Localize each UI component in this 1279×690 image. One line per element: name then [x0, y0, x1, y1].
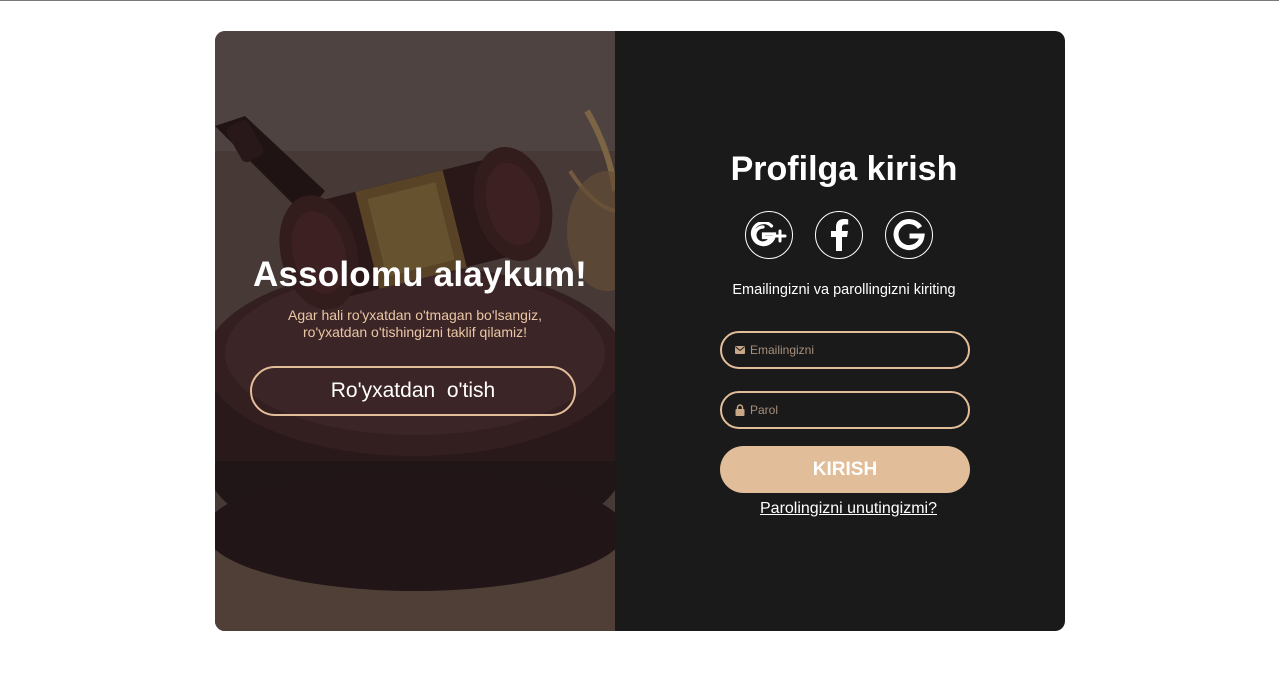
forgot-password-link[interactable]: Parolingizni unutingizmi?	[615, 500, 1065, 518]
lock-icon	[734, 404, 746, 416]
login-title: Profilga kirish	[730, 150, 958, 188]
welcome-subtitle: Agar hali ro'yxatdan o'tmagan bo'lsangiz…	[215, 307, 615, 341]
google-plus-icon	[750, 222, 787, 247]
google-plus-button[interactable]	[745, 211, 793, 259]
facebook-icon	[831, 219, 849, 251]
login-button[interactable]: KIRISH	[720, 446, 970, 493]
welcome-content: Assolomu alaykum! Agar hali ro'yxatdan o…	[215, 31, 615, 631]
top-border-line	[0, 0, 1279, 1]
welcome-subtitle-line2: ro'yxatdan o'tishingizni taklif qilamiz!	[303, 324, 527, 340]
login-panel: Profilga kirish Emailingizni va parollin…	[615, 31, 1065, 631]
google-button[interactable]	[885, 211, 933, 259]
email-field[interactable]	[720, 331, 970, 369]
google-icon	[893, 219, 925, 250]
envelope-icon	[734, 344, 746, 356]
auth-card: Assolomu alaykum! Agar hali ro'yxatdan o…	[215, 31, 1065, 631]
signup-button[interactable]: Ro'yxatdan o'tish	[250, 366, 576, 416]
password-field[interactable]	[720, 391, 970, 429]
welcome-title: Assolomu alaykum!	[252, 255, 588, 294]
login-hint: Emailingizni va parollingizni kiriting	[732, 282, 956, 298]
facebook-button[interactable]	[815, 211, 863, 259]
password-input[interactable]	[750, 403, 950, 417]
welcome-subtitle-line1: Agar hali ro'yxatdan o'tmagan bo'lsangiz…	[288, 307, 542, 323]
email-input[interactable]	[750, 343, 950, 357]
welcome-panel: Assolomu alaykum! Agar hali ro'yxatdan o…	[215, 31, 615, 631]
